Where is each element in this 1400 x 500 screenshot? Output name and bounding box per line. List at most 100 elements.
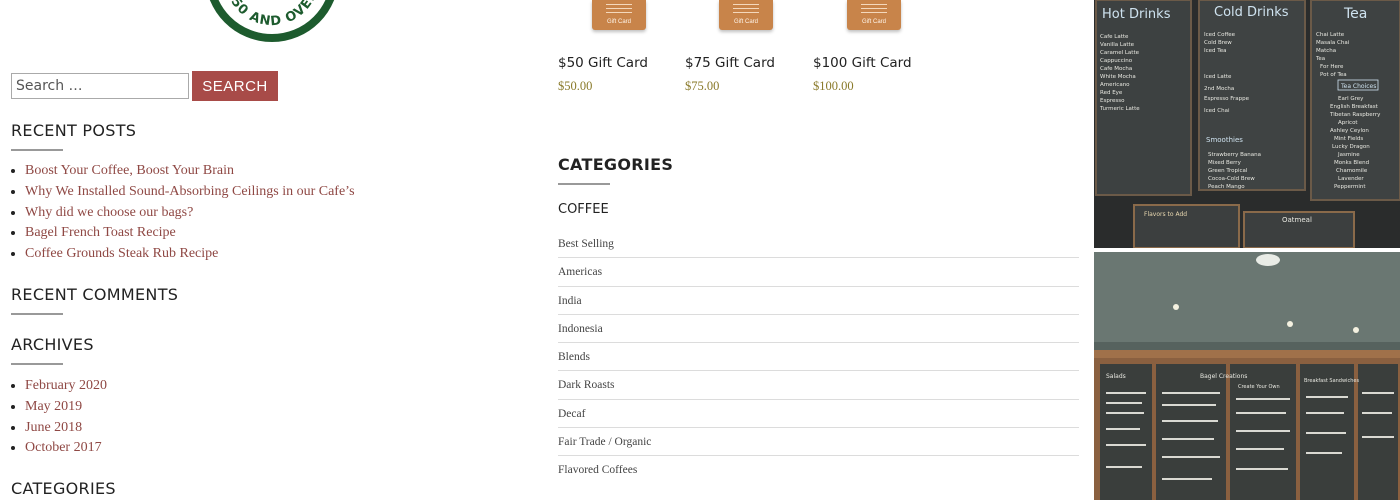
archives-list: February 2020 May 2019 June 2018 October… [25, 376, 107, 459]
svg-text:Espresso Frappe: Espresso Frappe [1204, 96, 1250, 102]
gift-card-image-label: Gift Card [606, 19, 631, 25]
recent-post-link[interactable]: Boost Your Coffee, Boost Your Brain [25, 161, 355, 182]
category-link[interactable]: Indonesia [558, 315, 1079, 344]
recent-post-link[interactable]: Why did we choose our bags? [25, 203, 355, 224]
svg-text:Strawberry Banana: Strawberry Banana [1208, 152, 1261, 158]
svg-text:Turmeric Latte: Turmeric Latte [1099, 106, 1140, 112]
gift-card-image[interactable]: Gift Card [592, 0, 646, 30]
svg-text:2nd Mocha: 2nd Mocha [1204, 86, 1234, 92]
svg-text:Green Tropical: Green Tropical [1208, 168, 1248, 174]
category-link[interactable]: Flavored Coffees [558, 456, 1079, 484]
free-shipping-badge: $50 AND OVER [205, 0, 339, 42]
svg-text:Iced Coffee: Iced Coffee [1204, 32, 1236, 38]
recent-post-link[interactable]: Coffee Grounds Steak Rub Recipe [25, 244, 355, 265]
svg-text:Americano: Americano [1100, 82, 1130, 88]
svg-text:Mixed Berry: Mixed Berry [1208, 160, 1242, 166]
archive-link[interactable]: October 2017 [25, 438, 107, 459]
svg-text:Mint Fields: Mint Fields [1334, 136, 1363, 142]
svg-text:Cappuccino: Cappuccino [1100, 58, 1133, 64]
category-link[interactable]: India [558, 287, 1079, 315]
left-categories-title: CATEGORIES [11, 479, 116, 498]
svg-text:Lavender: Lavender [1338, 176, 1364, 182]
svg-text:Bagel Creations: Bagel Creations [1200, 373, 1247, 380]
svg-text:Apricot: Apricot [1338, 120, 1358, 126]
recent-posts-divider [11, 149, 63, 151]
svg-text:Ashley Ceylon: Ashley Ceylon [1330, 128, 1369, 134]
product-title[interactable]: $75 Gift Card [685, 55, 775, 71]
category-link[interactable]: Americas [558, 258, 1079, 287]
svg-text:Lucky Dragon: Lucky Dragon [1332, 144, 1370, 150]
gift-card-image-label: Gift Card [861, 19, 886, 25]
menu-heading: Cold Drinks [1214, 5, 1289, 20]
svg-text:Breakfast Sandwiches: Breakfast Sandwiches [1304, 378, 1359, 384]
menu-heading: Tea [1343, 6, 1367, 22]
product-title[interactable]: $50 Gift Card [558, 55, 648, 71]
archive-link[interactable]: February 2020 [25, 376, 107, 397]
svg-text:Caramel Latte: Caramel Latte [1100, 50, 1140, 56]
svg-text:Iced Chai: Iced Chai [1204, 108, 1230, 114]
svg-text:For Here: For Here [1320, 64, 1344, 70]
category-link[interactable]: Blends [558, 343, 1079, 372]
svg-text:Flavors to Add: Flavors to Add [1144, 211, 1187, 218]
archive-link[interactable]: June 2018 [25, 418, 107, 439]
svg-text:Iced Tea: Iced Tea [1204, 48, 1226, 54]
archive-link[interactable]: May 2019 [25, 397, 107, 418]
svg-text:Vanilla Latte: Vanilla Latte [1100, 42, 1135, 48]
product-price: $50.00 [558, 79, 593, 93]
recent-posts-title: RECENT POSTS [11, 121, 137, 140]
archives-divider [11, 363, 63, 365]
svg-text:Cocoa-Cold Brew: Cocoa-Cold Brew [1208, 176, 1255, 182]
gift-card-image[interactable]: Gift Card [847, 0, 901, 30]
svg-text:White Mocha: White Mocha [1100, 74, 1136, 80]
svg-text:Create Your Own: Create Your Own [1238, 384, 1280, 390]
category-link[interactable]: Dark Roasts [558, 371, 1079, 400]
category-coffee-link[interactable]: COFFEE [558, 202, 609, 217]
cafe-interior-photo: Salads Bagel Creations Breakfast Sandwic… [1094, 252, 1400, 500]
svg-text:Chai Latte: Chai Latte [1316, 32, 1345, 38]
svg-text:Cafe Latte: Cafe Latte [1100, 34, 1129, 40]
svg-text:Peach Mango: Peach Mango [1208, 184, 1245, 190]
recent-comments-title: RECENT COMMENTS [11, 285, 179, 304]
svg-text:English Breakfast: English Breakfast [1330, 104, 1379, 110]
svg-text:Tea: Tea [1315, 56, 1325, 62]
badge-graphic: $50 AND OVER [223, 0, 321, 29]
svg-text:Earl Grey: Earl Grey [1338, 96, 1364, 102]
svg-text:Tibetan Raspberry: Tibetan Raspberry [1329, 112, 1381, 118]
category-list: Best Selling Americas India Indonesia Bl… [558, 230, 1079, 485]
svg-text:Matcha: Matcha [1316, 48, 1336, 54]
categories-title: CATEGORIES [558, 155, 674, 174]
svg-text:Red Eye: Red Eye [1100, 90, 1123, 96]
svg-text:Tea Choices: Tea Choices [1340, 83, 1376, 90]
category-link[interactable]: Fair Trade / Organic [558, 428, 1079, 457]
badge-text: $50 AND OVER [223, 0, 320, 29]
svg-text:Cafe Mocha: Cafe Mocha [1100, 66, 1132, 72]
recent-posts-list: Boost Your Coffee, Boost Your Brain Why … [25, 161, 355, 265]
gift-card-image[interactable]: Gift Card [719, 0, 773, 30]
svg-text:Pot of Tea: Pot of Tea [1320, 72, 1347, 78]
menu-board-photo: Hot Drinks Cold Drinks Tea Cafe Latte Va… [1094, 0, 1400, 248]
svg-text:Espresso: Espresso [1100, 98, 1125, 104]
recent-comments-divider [11, 313, 63, 315]
svg-text:Jasmine: Jasmine [1337, 152, 1360, 158]
search-button[interactable]: SEARCH [192, 71, 278, 101]
svg-text:Masala Chai: Masala Chai [1316, 40, 1350, 46]
category-link[interactable]: Best Selling [558, 230, 1079, 259]
product-title[interactable]: $100 Gift Card [813, 55, 912, 71]
menu-heading: Hot Drinks [1102, 7, 1171, 22]
search-input[interactable] [11, 73, 189, 99]
svg-text:Monks Blend: Monks Blend [1334, 160, 1369, 166]
menu-board-graphic: Hot Drinks Cold Drinks Tea Cafe Latte Va… [1094, 0, 1400, 248]
svg-text:Oatmeal: Oatmeal [1282, 216, 1312, 224]
svg-text:Salads: Salads [1106, 373, 1126, 380]
svg-text:$50 AND OVER: $50 AND OVER [223, 0, 321, 29]
svg-text:Chamomile: Chamomile [1336, 168, 1368, 174]
svg-text:Peppermint: Peppermint [1334, 184, 1366, 190]
recent-post-link[interactable]: Why We Installed Sound-Absorbing Ceiling… [25, 182, 355, 203]
gift-card-image-label: Gift Card [733, 19, 758, 25]
category-link[interactable]: Decaf [558, 400, 1079, 429]
categories-divider [558, 183, 610, 185]
product-price: $75.00 [685, 79, 720, 93]
recent-post-link[interactable]: Bagel French Toast Recipe [25, 223, 355, 244]
cafe-interior-graphic: Salads Bagel Creations Breakfast Sandwic… [1094, 252, 1400, 500]
svg-text:Cold Brew: Cold Brew [1204, 40, 1232, 46]
